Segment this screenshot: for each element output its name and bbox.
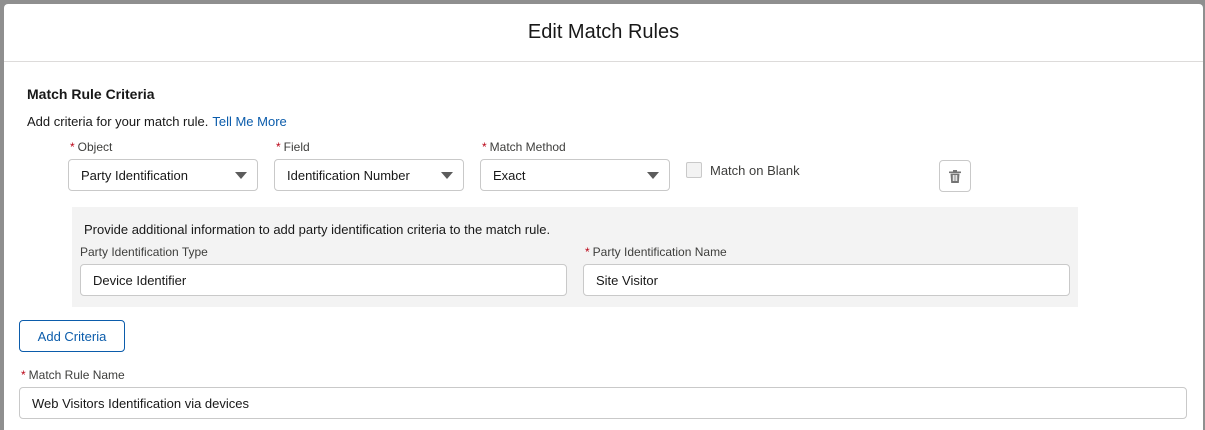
party-type-label: Party Identification Type xyxy=(80,245,208,259)
rule-name-label: * Match Rule Name xyxy=(21,368,125,382)
object-label: * Object xyxy=(70,140,112,154)
object-select-value: Party Identification xyxy=(81,167,188,183)
party-name-input[interactable]: Site Visitor xyxy=(583,264,1070,296)
field-label: * Field xyxy=(276,140,310,154)
match-on-blank-checkbox[interactable] xyxy=(686,162,702,178)
rule-name-label-text: Match Rule Name xyxy=(28,368,125,382)
match-method-label-text: Match Method xyxy=(489,140,566,154)
field-select-value: Identification Number xyxy=(287,167,410,183)
match-method-label: * Match Method xyxy=(482,140,566,154)
chevron-down-icon xyxy=(441,172,453,179)
panel-info-text: Provide additional information to add pa… xyxy=(84,222,551,237)
required-mark: * xyxy=(70,140,75,154)
chevron-down-icon xyxy=(647,172,659,179)
object-select[interactable]: Party Identification xyxy=(68,159,258,191)
party-name-label-text: Party Identification Name xyxy=(592,245,727,259)
object-label-text: Object xyxy=(77,140,113,154)
match-on-blank-label: Match on Blank xyxy=(710,162,800,178)
modal-header: Edit Match Rules xyxy=(4,4,1203,62)
party-name-label: * Party Identification Name xyxy=(585,245,727,259)
party-type-value: Device Identifier xyxy=(93,272,187,288)
edit-match-rules-modal: Edit Match Rules Match Rule Criteria Add… xyxy=(4,4,1203,430)
required-mark: * xyxy=(276,140,281,154)
match-method-select[interactable]: Exact xyxy=(480,159,670,191)
required-mark: * xyxy=(585,245,590,259)
field-label-text: Field xyxy=(283,140,310,154)
match-method-select-value: Exact xyxy=(493,167,526,183)
trash-icon xyxy=(949,169,961,183)
party-identification-panel: Provide additional information to add pa… xyxy=(72,207,1078,307)
modal-title: Edit Match Rules xyxy=(527,21,680,43)
rule-name-input[interactable]: Web Visitors Identification via devices xyxy=(19,387,1187,419)
delete-criteria-button[interactable] xyxy=(939,160,971,192)
party-type-input[interactable]: Device Identifier xyxy=(80,264,567,296)
chevron-down-icon xyxy=(235,172,247,179)
party-name-value: Site Visitor xyxy=(596,272,658,288)
intro-text: Add criteria for your match rule. xyxy=(27,114,209,129)
section-title: Match Rule Criteria xyxy=(27,86,155,102)
field-select[interactable]: Identification Number xyxy=(274,159,464,191)
intro-text-row: Add criteria for your match rule. Tell Me… xyxy=(27,114,287,129)
add-criteria-button[interactable]: Add Criteria xyxy=(19,320,125,352)
required-mark: * xyxy=(482,140,487,154)
rule-name-value: Web Visitors Identification via devices xyxy=(32,395,250,411)
required-mark: * xyxy=(21,368,26,382)
tell-me-more-link[interactable]: Tell Me More xyxy=(212,114,286,129)
match-on-blank-group: Match on Blank xyxy=(686,162,800,178)
